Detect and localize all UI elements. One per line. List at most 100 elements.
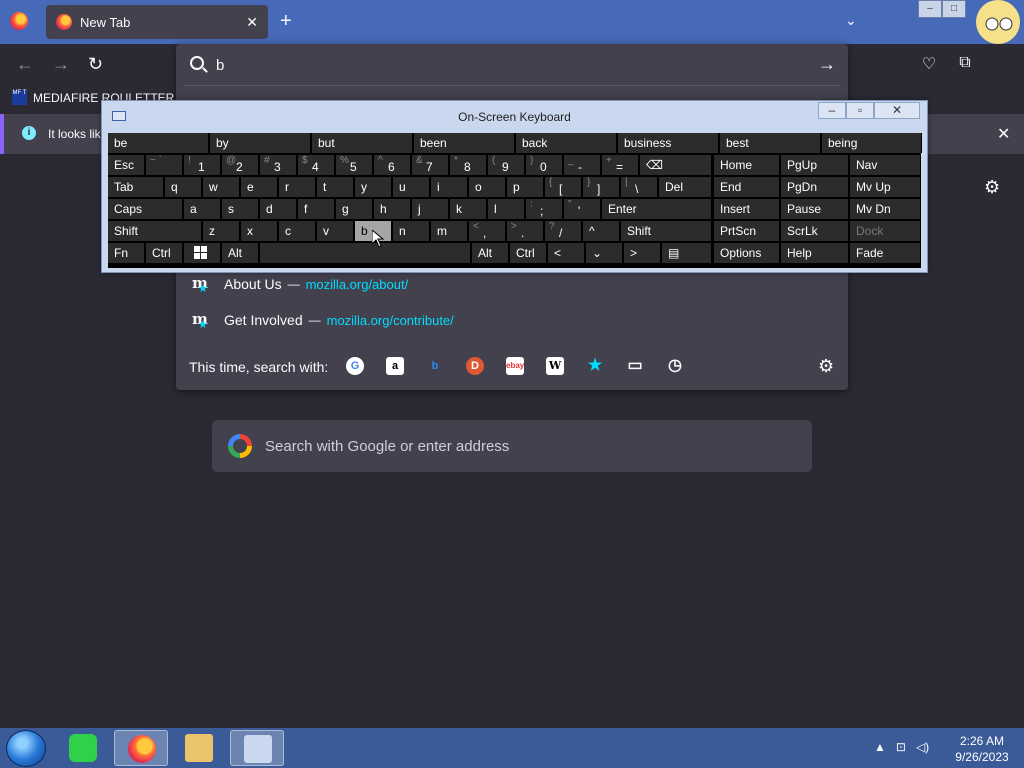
key-ctrl-right[interactable]: Ctrl — [510, 243, 547, 263]
key-1[interactable]: ! 1 — [184, 155, 221, 175]
key-arrow-up[interactable]: ^ — [583, 221, 620, 241]
key-dock[interactable]: Dock — [850, 221, 921, 241]
prediction-by[interactable]: by — [210, 133, 311, 153]
taskbar-file-explorer[interactable] — [172, 730, 226, 766]
key-tilde[interactable]: ~ ` — [146, 155, 183, 175]
wikipedia-icon[interactable]: W — [546, 357, 564, 375]
prediction-business[interactable]: business — [618, 133, 719, 153]
key-punct-row4-2[interactable]: ? / — [545, 221, 582, 241]
go-arrow-icon[interactable]: → — [818, 54, 836, 75]
key-h[interactable]: h — [374, 199, 411, 219]
key-insert[interactable]: Insert — [714, 199, 780, 219]
key-help[interactable]: Help — [781, 243, 849, 263]
key-f[interactable]: f — [298, 199, 335, 219]
key-5[interactable]: % 5 — [336, 155, 373, 175]
key-w[interactable]: w — [203, 177, 240, 197]
key-9[interactable]: (9 — [488, 155, 525, 175]
key-punct-1[interactable]: " ' — [564, 199, 601, 219]
key-shift-left[interactable]: Shift — [108, 221, 202, 241]
result-row-about-us[interactable]: m ★ About Us — mozilla.org/about/ — [190, 274, 408, 295]
back-arrow-icon[interactable]: ← — [16, 54, 34, 75]
key-j[interactable]: j — [412, 199, 449, 219]
key-options[interactable]: Options — [714, 243, 780, 263]
key-esc[interactable]: Esc — [108, 155, 145, 175]
key-tab[interactable]: Tab — [108, 177, 164, 197]
key-mv-up[interactable]: Mv Up — [850, 177, 921, 197]
show-hidden-icons-icon[interactable]: ▲ — [874, 740, 886, 754]
tab-close-icon[interactable]: ✕ — [246, 14, 258, 31]
key-l[interactable]: l — [488, 199, 525, 219]
osk-close-button[interactable]: ✕ — [874, 102, 920, 119]
key-arrow-left[interactable]: < — [548, 243, 585, 263]
key-0[interactable]: ) 0 — [526, 155, 563, 175]
google-icon[interactable]: G — [346, 357, 364, 375]
notification-close-icon[interactable]: ✕ — [997, 124, 1010, 144]
taskbar-notes-app[interactable] — [56, 730, 110, 766]
key-p[interactable]: p — [507, 177, 544, 197]
key-prtscn[interactable]: PrtScn — [714, 221, 780, 241]
key-x[interactable]: x — [241, 221, 278, 241]
key-7[interactable]: & 7 — [412, 155, 449, 175]
key-space[interactable] — [260, 243, 471, 263]
bing-icon[interactable]: b — [426, 357, 444, 375]
key-arrow-right[interactable]: > — [624, 243, 661, 263]
duckduckgo-icon[interactable]: D — [466, 357, 484, 375]
key-bracket-0[interactable]: {[ — [545, 177, 582, 197]
osk-minimize-button[interactable]: – — [818, 102, 846, 119]
forward-arrow-icon[interactable]: → — [52, 54, 70, 75]
taskbar-on-screen-keyboard[interactable] — [230, 730, 284, 766]
key-g[interactable]: g — [336, 199, 373, 219]
key-i[interactable]: i — [431, 177, 468, 197]
osk-titlebar[interactable]: On-Screen Keyboard – ▫ ✕ — [102, 101, 927, 131]
key-fn[interactable]: Fn — [108, 243, 145, 263]
key-menu[interactable]: ▤ — [662, 243, 712, 263]
tab-new-tab[interactable]: New Tab ✕ — [46, 5, 268, 39]
volume-icon[interactable]: ◁) — [916, 740, 929, 754]
key-m[interactable]: m — [431, 221, 468, 241]
key-scrlk[interactable]: ScrLk — [781, 221, 849, 241]
key-punct-0[interactable]: :; — [526, 199, 563, 219]
minimize-button[interactable]: – — [918, 0, 942, 18]
key-2[interactable]: @2 — [222, 155, 259, 175]
taskbar-firefox[interactable] — [114, 730, 168, 766]
key-k[interactable]: k — [450, 199, 487, 219]
key-enter[interactable]: Enter — [602, 199, 712, 219]
tabs-icon[interactable]: ▭ — [626, 357, 644, 375]
key-punct-row4-1[interactable]: >. — [507, 221, 544, 241]
customize-newtab-gear-icon[interactable]: ⚙ — [984, 177, 1000, 198]
key-4[interactable]: $4 — [298, 155, 335, 175]
key-mv-dn[interactable]: Mv Dn — [850, 199, 921, 219]
key-fade[interactable]: Fade — [850, 243, 921, 263]
key-pgup[interactable]: PgUp — [781, 155, 849, 175]
key-r[interactable]: r — [279, 177, 316, 197]
key-alt-left[interactable]: Alt — [222, 243, 259, 263]
key-q[interactable]: q — [165, 177, 202, 197]
key-v[interactable]: v — [317, 221, 354, 241]
key-backspace[interactable]: ⌫ — [640, 155, 712, 175]
prediction-best[interactable]: best — [720, 133, 821, 153]
prediction-being[interactable]: being — [822, 133, 922, 153]
key-pgdn[interactable]: PgDn — [781, 177, 849, 197]
key-c[interactable]: c — [279, 221, 316, 241]
firefox-view-icon[interactable] — [10, 12, 28, 30]
key-shift-right[interactable]: Shift — [621, 221, 712, 241]
search-settings-gear-icon[interactable]: ⚙ — [818, 356, 834, 377]
key-z[interactable]: z — [203, 221, 240, 241]
taskbar-clock[interactable]: 2:26 AM 9/26/2023 — [940, 733, 1024, 765]
bookmarks-icon[interactable]: ★ — [586, 357, 604, 375]
key--[interactable]: _ - — [564, 155, 601, 175]
key-t[interactable]: t — [317, 177, 354, 197]
extensions-icon[interactable]: ⧉ — [954, 54, 976, 74]
key-arrow-down[interactable]: ⌄ — [586, 243, 623, 263]
history-icon[interactable]: ◷ — [666, 357, 684, 375]
key-e[interactable]: e — [241, 177, 278, 197]
key-3[interactable]: #3 — [260, 155, 297, 175]
url-input[interactable]: b → — [182, 46, 842, 84]
key-punct-row4-0[interactable]: <, — [469, 221, 506, 241]
key-8[interactable]: * 8 — [450, 155, 487, 175]
pocket-icon[interactable]: ♡ — [918, 54, 940, 74]
prediction-been[interactable]: been — [414, 133, 515, 153]
key-y[interactable]: y — [355, 177, 392, 197]
key-end[interactable]: End — [714, 177, 780, 197]
start-button[interactable] — [6, 730, 46, 767]
